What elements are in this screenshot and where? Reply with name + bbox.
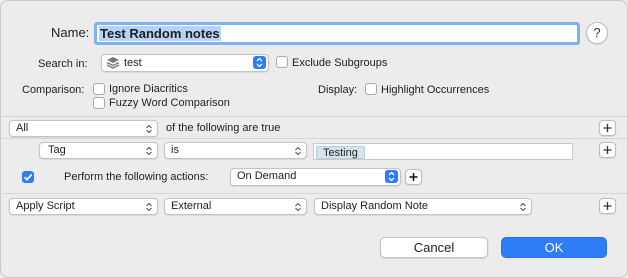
name-field[interactable]: Test Random notes	[94, 22, 580, 45]
chevron-updown-icon	[295, 146, 301, 156]
smart-rule-dialog: Name: Test Random notes ? Search in: tes…	[0, 0, 628, 278]
condition-field-value: Tag	[48, 144, 66, 156]
match-popup[interactable]: All	[9, 120, 158, 137]
plus-icon	[603, 202, 612, 210]
search-in-label: Search in:	[38, 58, 88, 70]
checkmark-icon	[23, 173, 33, 181]
add-action-button[interactable]	[599, 198, 616, 214]
fuzzy-word-label: Fuzzy Word Comparison	[109, 97, 230, 109]
trigger-value: On Demand	[237, 170, 297, 182]
divider	[2, 138, 626, 139]
condition-operator-popup[interactable]: is	[164, 142, 307, 159]
add-subcondition-button[interactable]	[599, 142, 616, 158]
plus-icon	[409, 173, 418, 181]
plus-icon	[603, 124, 612, 132]
script-value: Display Random Note	[321, 200, 428, 212]
ignore-diacritics-checkbox[interactable]	[93, 83, 105, 95]
chevron-updown-icon	[146, 202, 152, 212]
highlight-occurrences-checkbox[interactable]	[365, 83, 377, 95]
exclude-subgroups-checkbox[interactable]	[276, 56, 288, 68]
chevron-updown-icon	[253, 56, 266, 69]
plus-icon	[603, 146, 612, 154]
database-icon	[106, 56, 120, 71]
perform-actions-label: Perform the following actions:	[64, 171, 209, 183]
trigger-popup[interactable]: On Demand	[230, 168, 401, 186]
highlight-occurrences-label: Highlight Occurrences	[381, 84, 490, 96]
chevron-updown-icon	[520, 202, 526, 212]
name-field-value: Test Random notes	[99, 26, 221, 41]
match-suffix-label: of the following are true	[166, 122, 281, 134]
divider	[2, 193, 626, 194]
condition-operator-value: is	[171, 144, 179, 156]
action-type-value: Apply Script	[16, 200, 75, 212]
action-type-popup[interactable]: Apply Script	[9, 198, 158, 215]
add-trigger-button[interactable]	[405, 169, 422, 185]
search-in-value: test	[124, 57, 142, 69]
help-button[interactable]: ?	[586, 22, 608, 44]
match-value: All	[16, 122, 29, 134]
tag-field[interactable]: Testing	[313, 143, 573, 160]
name-label: Name:	[51, 25, 90, 40]
script-source-value: External	[171, 200, 212, 212]
ignore-diacritics-label: Ignore Diacritics	[109, 83, 188, 95]
chevron-updown-icon	[295, 202, 301, 212]
divider	[2, 116, 626, 117]
fuzzy-word-checkbox[interactable]	[93, 97, 105, 109]
chevron-updown-icon	[146, 124, 152, 134]
add-condition-button[interactable]	[599, 120, 616, 136]
perform-actions-checkbox[interactable]	[22, 171, 34, 183]
search-in-popup[interactable]: test	[101, 54, 269, 72]
chevron-updown-icon	[146, 146, 152, 156]
comparison-label: Comparison:	[22, 84, 85, 96]
tag-token[interactable]: Testing	[316, 146, 365, 159]
display-label: Display:	[318, 84, 358, 96]
exclude-subgroups-label: Exclude Subgroups	[292, 57, 388, 69]
script-source-popup[interactable]: External	[164, 198, 307, 215]
script-popup[interactable]: Display Random Note	[314, 198, 532, 215]
condition-field-popup[interactable]: Tag	[39, 142, 158, 159]
cancel-button[interactable]: Cancel	[380, 237, 488, 258]
ok-button[interactable]: OK	[501, 237, 607, 258]
chevron-updown-icon	[385, 170, 398, 183]
